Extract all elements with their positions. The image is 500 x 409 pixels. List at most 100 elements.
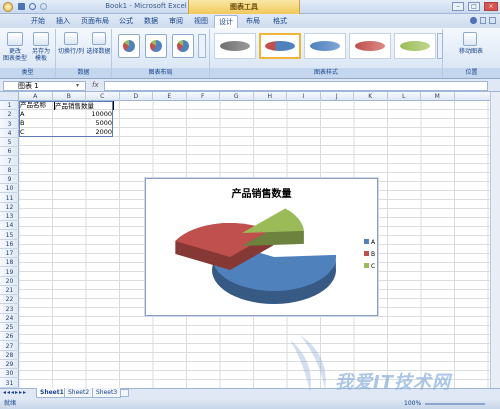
tab-design[interactable]: 设计 bbox=[214, 15, 238, 28]
column-header-B[interactable]: B bbox=[53, 92, 86, 101]
row-header-29[interactable]: 29 bbox=[0, 360, 19, 369]
save-template-icon[interactable] bbox=[33, 32, 49, 46]
row-header-13[interactable]: 13 bbox=[0, 212, 19, 221]
maximize-icon[interactable]: □ bbox=[468, 2, 480, 11]
chart-area[interactable]: 产品销售数量 ABC bbox=[145, 178, 378, 316]
chart-style-2[interactable] bbox=[259, 33, 301, 59]
column-header-J[interactable]: J bbox=[321, 92, 354, 101]
tab-review[interactable]: 审阅 bbox=[165, 15, 187, 28]
row-header-20[interactable]: 20 bbox=[0, 277, 19, 286]
row-header-23[interactable]: 23 bbox=[0, 305, 19, 314]
layout-1-icon[interactable] bbox=[118, 34, 140, 58]
pie-slice-C[interactable] bbox=[242, 208, 304, 233]
switch-row-column-button[interactable]: 切换行/列 bbox=[56, 48, 86, 55]
sheet-navigation-icons[interactable]: ◂◂◂▸▸▸ bbox=[3, 389, 35, 396]
tab-insert[interactable]: 插入 bbox=[52, 15, 74, 28]
save-as-template-button[interactable]: 另存为 模板 bbox=[28, 48, 54, 62]
row-header-7[interactable]: 7 bbox=[0, 157, 19, 166]
move-chart-button[interactable]: 移动图表 bbox=[446, 48, 496, 55]
row-header-14[interactable]: 14 bbox=[0, 221, 19, 231]
minimize-icon[interactable]: – bbox=[452, 2, 464, 11]
help-icon[interactable] bbox=[470, 17, 477, 24]
row-header-16[interactable]: 16 bbox=[0, 240, 19, 249]
chart-style-4[interactable] bbox=[349, 33, 391, 59]
tab-page-layout[interactable]: 页面布局 bbox=[78, 15, 112, 28]
formula-input[interactable] bbox=[104, 81, 488, 91]
fx-icon[interactable]: fx bbox=[92, 81, 99, 89]
restore-icon[interactable] bbox=[479, 17, 487, 24]
change-chart-type-button[interactable]: 更改 图表类型 bbox=[2, 48, 28, 62]
select-data-icon[interactable] bbox=[92, 32, 106, 45]
close-workbook-icon[interactable] bbox=[489, 17, 496, 24]
chart-style-3[interactable] bbox=[304, 33, 346, 59]
row-header-5[interactable]: 5 bbox=[0, 138, 19, 147]
switch-row-column-icon[interactable] bbox=[64, 32, 78, 45]
column-header-D[interactable]: D bbox=[120, 92, 153, 101]
tab-formulas[interactable]: 公式 bbox=[115, 15, 137, 28]
row-header-9[interactable]: 9 bbox=[0, 175, 19, 184]
tab-view[interactable]: 视图 bbox=[190, 15, 212, 28]
save-icon[interactable] bbox=[18, 3, 25, 10]
row-header-11[interactable]: 11 bbox=[0, 194, 19, 203]
row-header-26[interactable]: 26 bbox=[0, 332, 19, 342]
row-header-25[interactable]: 25 bbox=[0, 323, 19, 332]
chart-style-5[interactable] bbox=[394, 33, 436, 59]
sheet-tab-3[interactable]: Sheet3 bbox=[92, 388, 122, 398]
row-header-24[interactable]: 24 bbox=[0, 314, 19, 323]
column-header-E[interactable]: E bbox=[153, 92, 187, 101]
new-sheet-icon[interactable] bbox=[120, 389, 129, 397]
select-all-button[interactable] bbox=[0, 92, 19, 101]
row-header-22[interactable]: 22 bbox=[0, 295, 19, 305]
row-header-4[interactable]: 4 bbox=[0, 129, 19, 138]
column-header-A[interactable]: A bbox=[19, 92, 53, 101]
row-header-10[interactable]: 10 bbox=[0, 184, 19, 194]
change-chart-type-icon[interactable] bbox=[7, 32, 23, 46]
vertical-scrollbar[interactable] bbox=[490, 92, 500, 388]
row-header-21[interactable]: 21 bbox=[0, 286, 19, 295]
column-header-H[interactable]: H bbox=[254, 92, 287, 101]
row-header-31[interactable]: 31 bbox=[0, 379, 19, 388]
move-chart-icon[interactable] bbox=[463, 32, 477, 46]
layout-2-icon[interactable] bbox=[145, 34, 167, 58]
column-header-K[interactable]: K bbox=[354, 92, 388, 101]
source-range-highlight bbox=[19, 101, 113, 137]
name-box-dropdown-icon[interactable]: ▾ bbox=[76, 82, 79, 89]
sheet-tab-2[interactable]: Sheet2 bbox=[64, 388, 94, 398]
layout-3-icon[interactable] bbox=[172, 34, 194, 58]
select-data-button[interactable]: 选择数据 bbox=[85, 48, 112, 55]
row-header-12[interactable]: 12 bbox=[0, 203, 19, 212]
row-header-27[interactable]: 27 bbox=[0, 342, 19, 351]
column-header-C[interactable]: C bbox=[86, 92, 120, 101]
layout-more-icon[interactable] bbox=[198, 34, 206, 58]
tab-data[interactable]: 数据 bbox=[140, 15, 162, 28]
redo-icon[interactable] bbox=[40, 3, 47, 10]
pie-chart[interactable]: ABC bbox=[146, 179, 379, 317]
row-header-19[interactable]: 19 bbox=[0, 268, 19, 277]
row-header-30[interactable]: 30 bbox=[0, 369, 19, 379]
office-button-icon[interactable] bbox=[3, 2, 13, 12]
undo-icon[interactable] bbox=[29, 3, 36, 10]
row-header-2[interactable]: 2 bbox=[0, 110, 19, 120]
tab-home[interactable]: 开始 bbox=[27, 15, 49, 28]
column-header-G[interactable]: G bbox=[220, 92, 254, 101]
row-header-6[interactable]: 6 bbox=[0, 147, 19, 157]
row-header-1[interactable]: 1 bbox=[0, 101, 19, 110]
column-header-F[interactable]: F bbox=[187, 92, 220, 101]
row-header-3[interactable]: 3 bbox=[0, 120, 19, 129]
tab-layout[interactable]: 布局 bbox=[241, 15, 265, 28]
sheet-tab-1[interactable]: Sheet1 bbox=[36, 388, 68, 398]
tab-format[interactable]: 格式 bbox=[268, 15, 292, 28]
row-header-17[interactable]: 17 bbox=[0, 249, 19, 258]
close-icon[interactable]: × bbox=[484, 2, 498, 11]
zoom-slider[interactable] bbox=[425, 403, 485, 405]
row-header-28[interactable]: 28 bbox=[0, 351, 19, 360]
column-header-L[interactable]: L bbox=[388, 92, 421, 101]
zoom-level[interactable]: 100% bbox=[404, 399, 421, 409]
row-header-18[interactable]: 18 bbox=[0, 258, 19, 268]
row-header-8[interactable]: 8 bbox=[0, 166, 19, 175]
name-box[interactable]: 图表 1 bbox=[3, 81, 86, 91]
column-header-M[interactable]: M bbox=[421, 92, 455, 101]
chart-style-1[interactable] bbox=[214, 33, 256, 59]
row-header-15[interactable]: 15 bbox=[0, 231, 19, 240]
column-header-I[interactable]: I bbox=[287, 92, 321, 101]
